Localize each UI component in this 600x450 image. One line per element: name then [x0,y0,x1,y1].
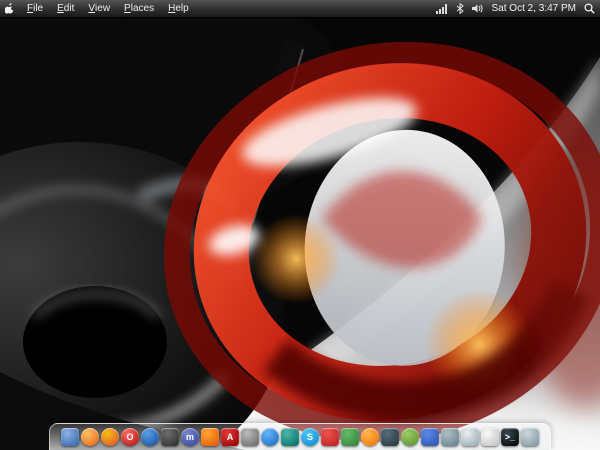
menu-places[interactable]: Places [117,0,161,17]
folder-stack-icon[interactable] [481,428,499,446]
chrome-icon[interactable] [101,428,119,446]
music-app-icon-glyph: m [185,431,194,442]
apple-menu[interactable] [0,0,20,17]
menu-bar: File Edit View Places Help Sat Oct 2, 3:47 P… [0,0,600,18]
app-icon-17[interactable] [381,428,399,446]
menu-view[interactable]: View [81,0,117,17]
clock[interactable]: Sat Oct 2, 3:47 PM [492,3,576,14]
app-icon-6[interactable] [161,428,179,446]
opera-icon[interactable]: O [121,428,139,446]
status-area: Sat Oct 2, 3:47 PM [435,3,600,14]
vlc-icon[interactable] [201,428,219,446]
firefox-icon[interactable] [81,428,99,446]
app-icon-19[interactable] [421,428,439,446]
search-icon[interactable] [584,3,595,14]
safari-icon[interactable] [261,428,279,446]
app-icon-15[interactable] [341,428,359,446]
thunderbird-icon[interactable] [141,428,159,446]
bluetooth-icon[interactable] [456,3,464,14]
app-icon-12[interactable] [281,428,299,446]
dock: Om A S >_ [49,423,551,450]
wallpaper [0,0,600,450]
terminal-icon-glyph: >_ [504,431,516,442]
desktop-screen: File Edit View Places Help Sat Oct 2, 3:47 P… [0,0,600,450]
menu-file[interactable]: File [20,0,50,17]
trash-icon[interactable] [521,428,539,446]
app-icon-20[interactable] [441,428,459,446]
app-icon-18[interactable] [401,428,419,446]
music-app-icon[interactable]: m [181,428,199,446]
skype-icon-glyph: S [306,431,313,442]
dock-area: Om A S >_ [0,423,600,450]
volume-icon[interactable] [471,3,484,14]
skype-icon[interactable]: S [301,428,319,446]
files-icon[interactable] [61,428,79,446]
signal-icon[interactable] [435,3,448,14]
menu-items: File Edit View Places Help [20,0,196,17]
gimp-icon[interactable] [241,428,259,446]
menu-help[interactable]: Help [161,0,196,17]
app-icon-14[interactable] [321,428,339,446]
menu-edit[interactable]: Edit [50,0,81,17]
apple-logo-icon [4,2,13,14]
adobe-reader-icon[interactable]: A [221,428,239,446]
text-editor-icon[interactable] [461,428,479,446]
adobe-reader-icon-glyph: A [226,431,234,442]
app-icon-16[interactable] [361,428,379,446]
terminal-icon[interactable]: >_ [501,428,519,446]
opera-icon-glyph: O [126,431,134,442]
